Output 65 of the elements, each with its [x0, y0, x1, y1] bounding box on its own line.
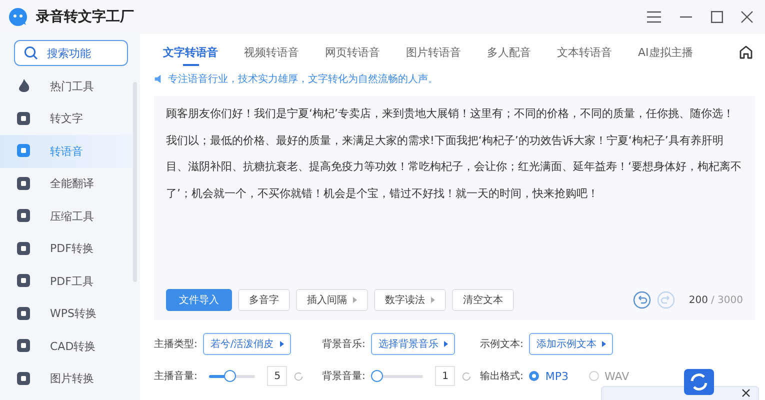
- slider-thumb[interactable]: [224, 370, 236, 382]
- tool-icon: [16, 240, 32, 257]
- tool-icon: [16, 338, 32, 354]
- caret-icon: [602, 341, 606, 347]
- search-icon: [24, 46, 38, 60]
- tab[interactable]: 文字转语音: [154, 34, 227, 70]
- sidebar-item[interactable]: 转文字: [0, 102, 134, 135]
- text-editor[interactable]: [154, 96, 755, 320]
- tool-icon: [16, 306, 32, 322]
- tab[interactable]: 网页转语音: [316, 34, 389, 70]
- tab[interactable]: 多人配音: [478, 34, 540, 70]
- tab[interactable]: 图片转语音: [397, 34, 470, 70]
- setting-label: 背景音量:: [322, 370, 366, 383]
- tool-icon: [16, 208, 32, 224]
- app-logo-icon: [8, 7, 28, 27]
- char-count: 200: [688, 294, 708, 306]
- slider-thumb[interactable]: [371, 370, 384, 382]
- sidebar-item[interactable]: 图片转换: [0, 362, 134, 395]
- tab[interactable]: AI虚拟主播: [629, 34, 702, 70]
- sidebar-item[interactable]: 全能翻译: [0, 168, 134, 200]
- select-button[interactable]: 若兮/活泼俏皮: [203, 333, 291, 355]
- setting-label: 示例文本:: [480, 338, 524, 351]
- close-icon[interactable]: [741, 11, 753, 23]
- tool-icon: [16, 370, 32, 387]
- sidebar-item[interactable]: PDF转换: [0, 232, 134, 265]
- hint-text: 专注语音行业，技术实力雄厚，文字转化为自然流畅的人声。: [168, 72, 438, 86]
- sidebar-item[interactable]: 热门工具: [0, 70, 134, 102]
- caret-icon: [431, 297, 435, 303]
- format-radio[interactable]: MP3: [529, 370, 568, 382]
- setting-label: 背景音乐:: [322, 338, 366, 351]
- caret-icon: [280, 341, 284, 347]
- search-field[interactable]: 搜索功能: [14, 40, 128, 66]
- maximize-icon[interactable]: [711, 11, 723, 23]
- tool-icon: [16, 176, 32, 192]
- char-limit: / 3000: [711, 294, 743, 306]
- sidebar-item[interactable]: 压缩工具: [0, 200, 134, 232]
- tool-icon: [16, 78, 32, 94]
- select-button[interactable]: 选择背景音乐: [371, 333, 456, 355]
- convert-icon[interactable]: [683, 368, 715, 398]
- sidebar-item[interactable]: PDF工具: [0, 265, 134, 298]
- tab[interactable]: 视频转语音: [235, 34, 308, 70]
- caret-icon: [353, 297, 357, 303]
- setting-label: 输出格式:: [480, 370, 524, 383]
- window-title: 录音转文字工厂: [36, 8, 134, 26]
- toolbar-button[interactable]: 数字读法: [374, 289, 446, 311]
- close-icon[interactable]: [742, 389, 750, 397]
- setting-label: 主播音量:: [154, 370, 198, 383]
- menu-icon[interactable]: [647, 11, 661, 23]
- tool-icon: [16, 273, 32, 290]
- toolbar-button[interactable]: 多音字: [238, 289, 290, 311]
- tab[interactable]: 文本转语音: [548, 34, 621, 70]
- toolbar-button[interactable]: 清空文本: [452, 289, 514, 311]
- toolbar-button[interactable]: 插入间隔: [296, 289, 368, 311]
- volume-value[interactable]: 1: [435, 366, 456, 386]
- editor-text: 顾客朋友你们好！我们是宁夏‘枸杞’专卖店，来到贵地大展销！这里有；不同的价格，不同的质量，任你挑、随你选！我们以；最低的价格、最好的质量，来满足大家的需求!下面我把‘枸杞子’的功效告诉大家！宁夏‘枸杞子’具有养肝明目、滋阴补阳、抗糖抗衰老、提高免疫力等功效！常吃枸杞子，会让你；红光满面、延年益寿！‘要想身体好，枸杞离不了’；机会就一个，不买你就错！机会是个宝，错过不好找！就一天的时间，快来抢购吧！: [166, 106, 742, 202]
- home-icon[interactable]: [739, 45, 753, 59]
- tool-icon: [16, 143, 32, 160]
- caret-icon: [444, 341, 448, 347]
- undo-icon[interactable]: [632, 291, 651, 309]
- setting-label: 主播类型:: [154, 338, 198, 351]
- tool-icon: [16, 110, 32, 127]
- select-button[interactable]: 添加示例文本: [529, 333, 614, 355]
- sidebar-item[interactable]: WPS转换: [0, 298, 134, 330]
- sidebar-item[interactable]: CAD转换: [0, 330, 134, 362]
- volume-value[interactable]: 5: [267, 366, 288, 386]
